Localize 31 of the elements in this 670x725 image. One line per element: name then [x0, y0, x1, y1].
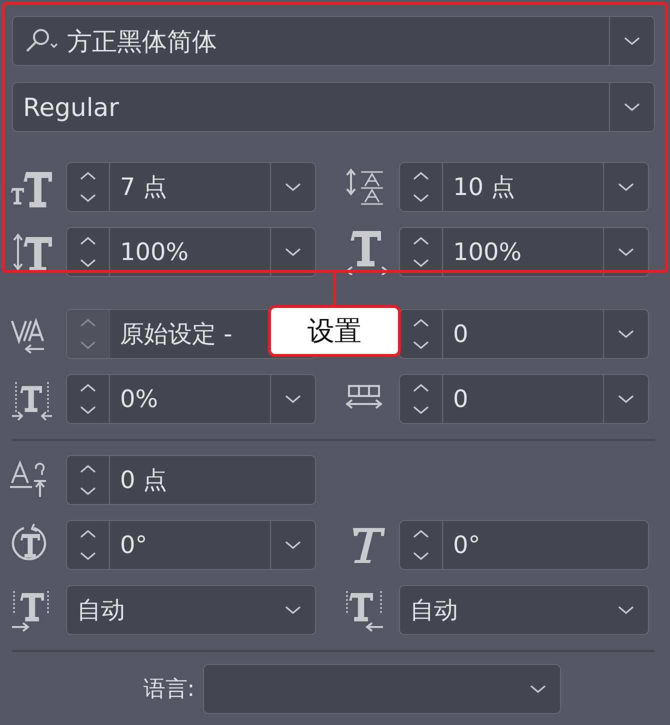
field-value: 0 — [452, 319, 470, 350]
number-combo-field[interactable]: 0 — [399, 309, 649, 359]
font-family-value: 方正黑体简体 — [67, 26, 217, 58]
field-value: 原始设定 - — [119, 319, 234, 350]
number-combo-field[interactable]: 10 点 — [399, 162, 649, 212]
field-value: 7 点 — [119, 172, 168, 203]
number-combo-field[interactable]: 7 点 — [66, 162, 316, 212]
field-value: 100% — [452, 237, 523, 268]
callout-tooltip: 设置 — [268, 305, 401, 357]
language-label: 语言: — [143, 676, 195, 704]
field-value: 自动 — [76, 595, 126, 626]
field-value: 0% — [119, 384, 160, 415]
font-style-dropdown[interactable]: Regular — [12, 82, 655, 132]
number-combo-field[interactable]: 100% — [399, 227, 649, 277]
number-combo-field[interactable]: 100% — [66, 227, 316, 277]
number-combo-field[interactable]: 0% — [66, 374, 316, 424]
dropdown-field[interactable]: 自动 — [66, 585, 316, 635]
field-value: 自动 — [409, 595, 459, 626]
dropdown-field[interactable]: 自动 — [399, 585, 649, 635]
number-field[interactable]: 0° — [399, 520, 649, 570]
field-value: 0° — [452, 530, 482, 561]
field-value: 0° — [119, 530, 148, 561]
number-field[interactable]: 0 点 — [66, 455, 316, 505]
number-combo-field[interactable]: 0 — [399, 374, 649, 424]
field-value: 0 点 — [119, 465, 168, 496]
field-value: 10 点 — [452, 172, 516, 203]
font-style-value: Regular — [23, 92, 119, 122]
field-value: 100% — [119, 237, 190, 268]
number-combo-field[interactable]: 0° — [66, 520, 316, 570]
font-family-dropdown[interactable]: 方正黑体简体 — [12, 16, 655, 66]
field-value: 0 — [452, 384, 470, 415]
